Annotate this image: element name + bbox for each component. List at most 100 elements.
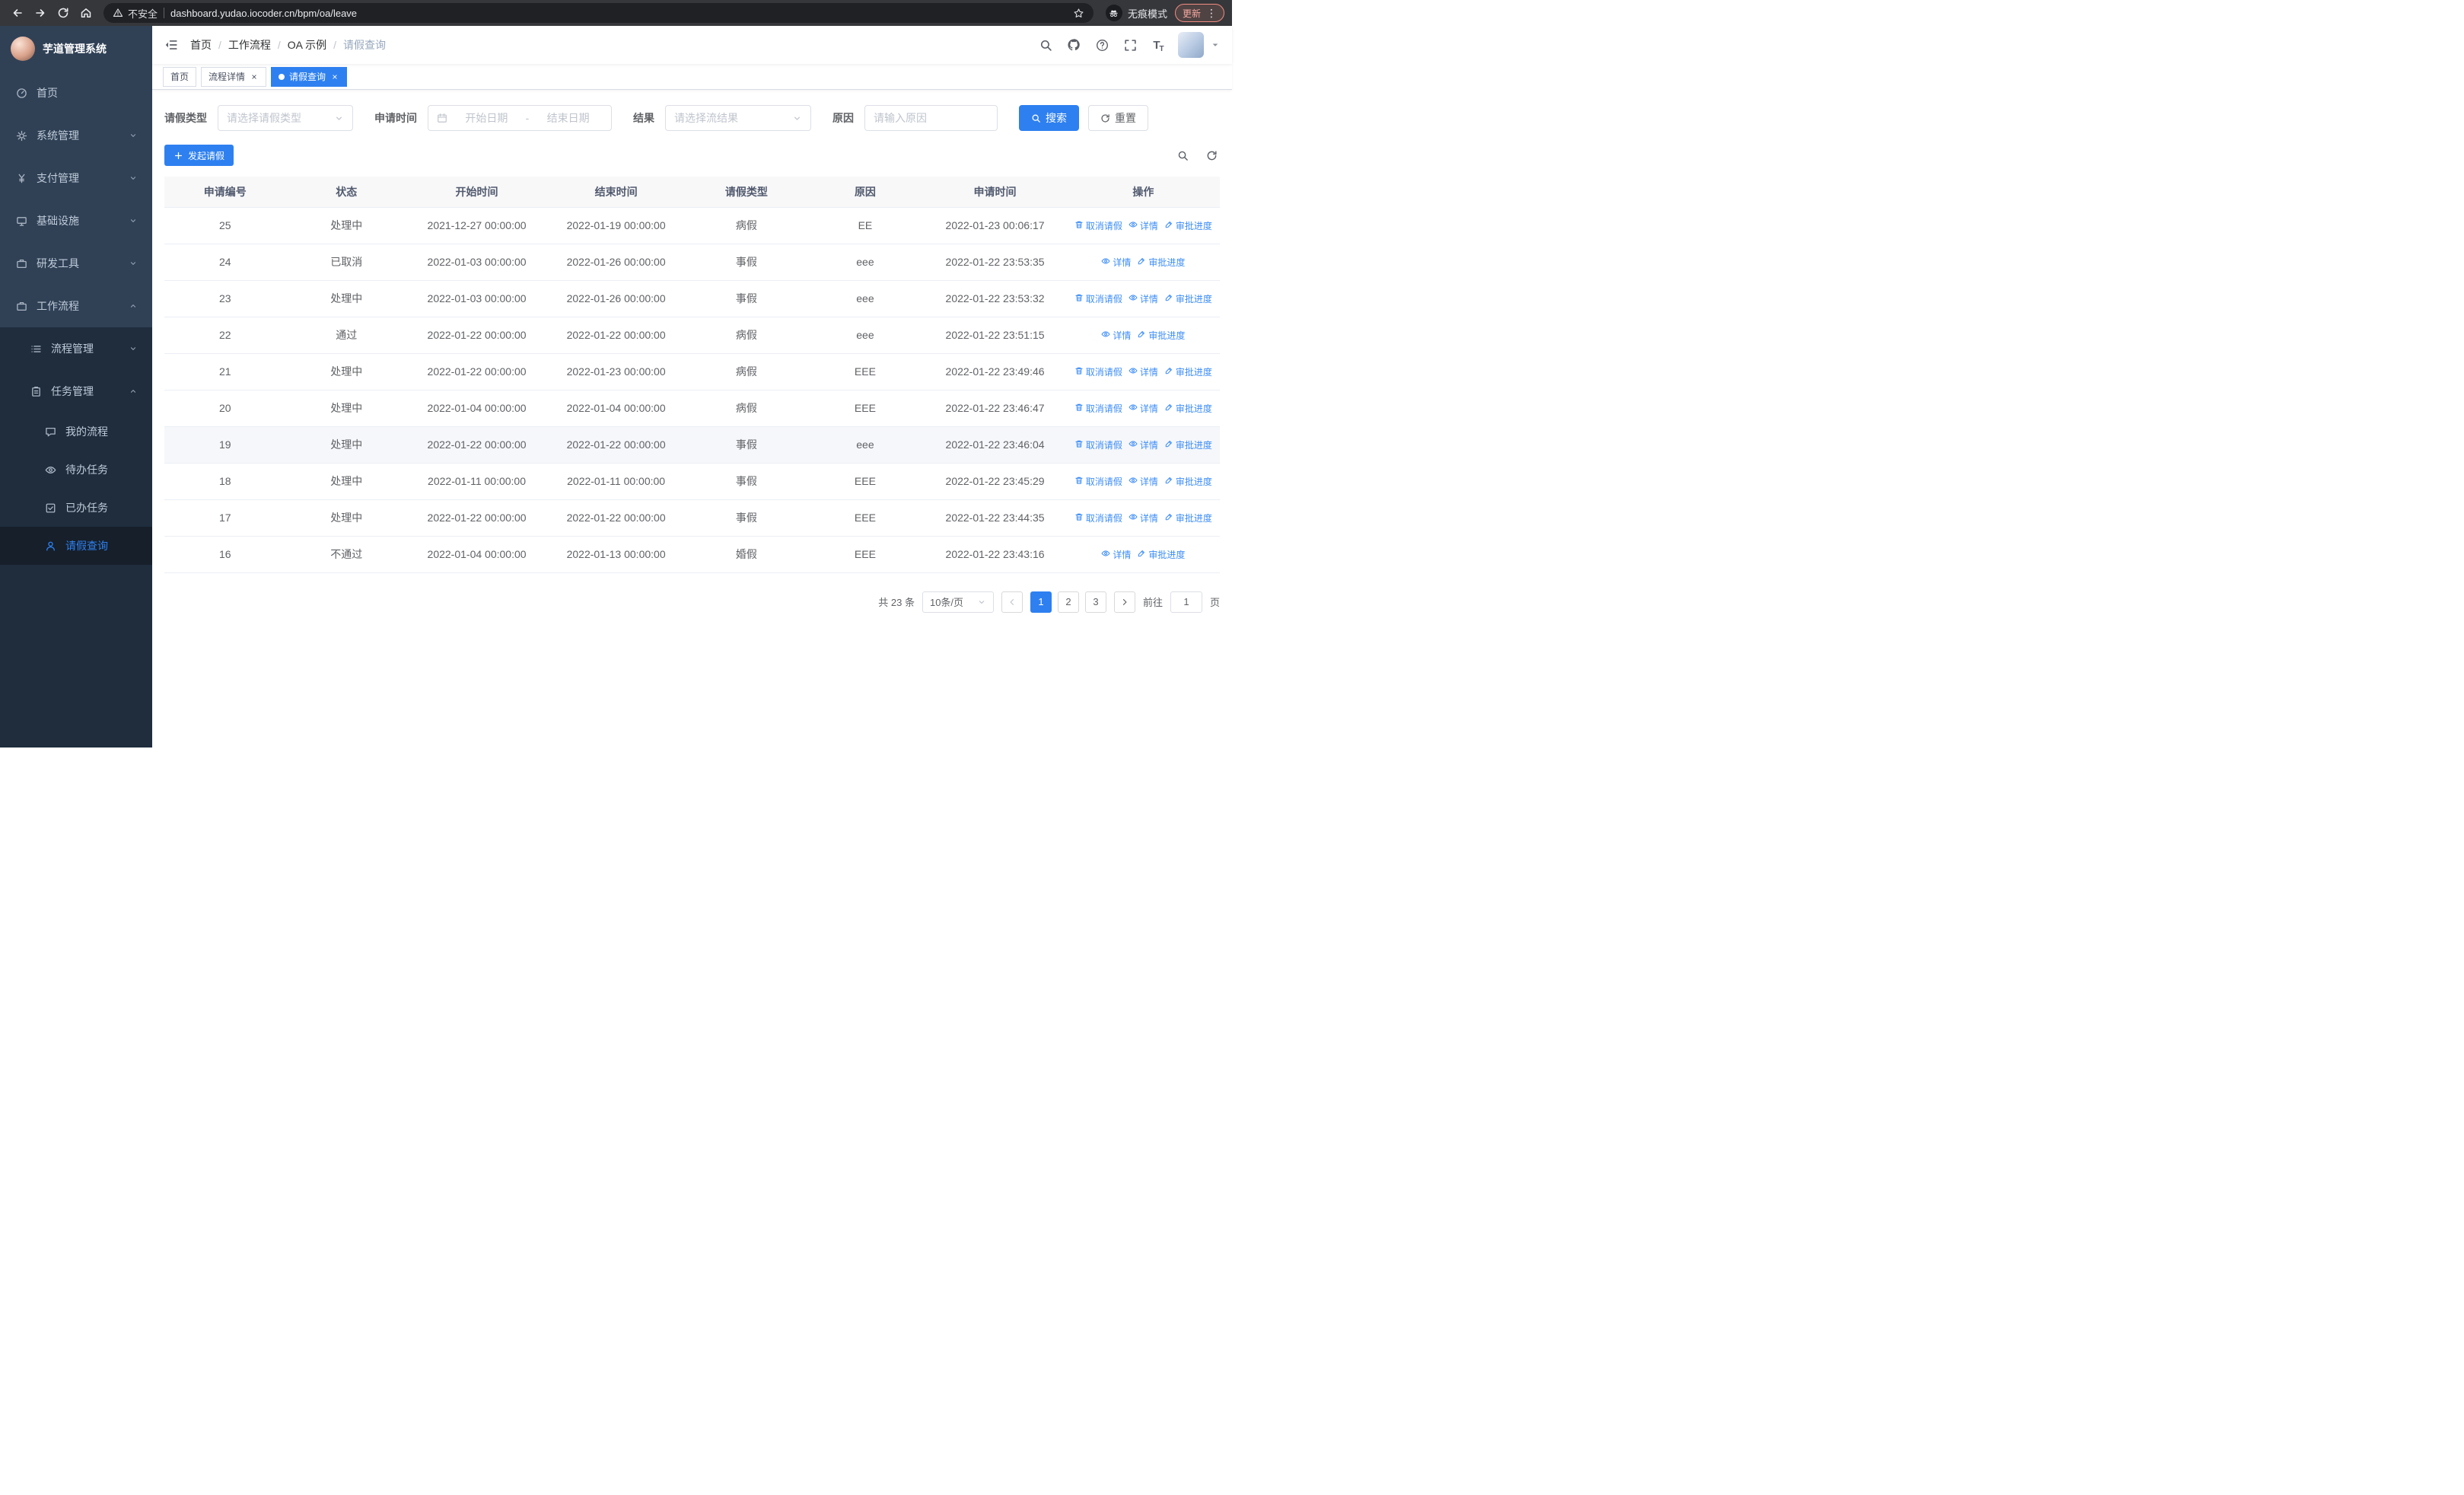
close-icon[interactable] bbox=[250, 72, 259, 81]
date-end-placeholder[interactable]: 结束日期 bbox=[533, 110, 603, 126]
browser-reload-icon[interactable] bbox=[53, 3, 73, 23]
sidebar-item-infrastructure[interactable]: 基础设施 bbox=[0, 199, 152, 242]
breadcrumb-item[interactable]: 工作流程 bbox=[228, 37, 271, 53]
page-size-select[interactable]: 10条/页 bbox=[922, 591, 994, 613]
create-leave-button[interactable]: 发起请假 bbox=[164, 145, 234, 166]
action-detail[interactable]: 详情 bbox=[1101, 548, 1131, 561]
browser-forward-icon[interactable] bbox=[30, 3, 50, 23]
action-cancel-leave[interactable]: 取消请假 bbox=[1074, 365, 1122, 378]
action-approval-progress[interactable]: 审批进度 bbox=[1164, 402, 1212, 415]
sidebar-item-home[interactable]: 首页 bbox=[0, 72, 152, 114]
kebab-menu-icon[interactable]: ⋮ bbox=[1206, 7, 1217, 20]
tab-process-detail[interactable]: 流程详情 bbox=[201, 66, 267, 87]
action-approval-progress[interactable]: 审批进度 bbox=[1164, 365, 1212, 378]
browser-update-chip[interactable]: 更新 ⋮ bbox=[1174, 4, 1224, 22]
action-approval-progress[interactable]: 审批进度 bbox=[1164, 512, 1212, 524]
action-approval-progress[interactable]: 审批进度 bbox=[1137, 548, 1185, 561]
sidebar-item-done-tasks[interactable]: 已办任务 bbox=[0, 489, 152, 527]
action-detail[interactable]: 详情 bbox=[1129, 365, 1158, 378]
cell-id: 21 bbox=[164, 353, 286, 390]
breadcrumb-item[interactable]: OA 示例 bbox=[288, 37, 326, 53]
fullscreen-icon[interactable] bbox=[1122, 37, 1138, 53]
trash-icon bbox=[1074, 220, 1084, 231]
avatar[interactable] bbox=[1178, 32, 1204, 58]
bookmark-star-icon[interactable] bbox=[1073, 8, 1084, 19]
leave-table: 申请编号 状态 开始时间 结束时间 请假类型 原因 申请时间 操作 25 处理中 2021-12-… bbox=[164, 177, 1220, 573]
search-icon[interactable] bbox=[1037, 37, 1054, 53]
action-approval-progress[interactable]: 审批进度 bbox=[1164, 292, 1212, 305]
action-approval-progress[interactable]: 审批进度 bbox=[1164, 475, 1212, 488]
browser-back-icon[interactable] bbox=[8, 3, 27, 23]
tab-leave-query[interactable]: 请假查询 bbox=[271, 66, 348, 87]
action-detail[interactable]: 详情 bbox=[1129, 438, 1158, 451]
edit-icon bbox=[1137, 330, 1146, 341]
sidebar-fold-icon[interactable] bbox=[164, 38, 178, 52]
font-size-icon[interactable]: TT bbox=[1150, 37, 1167, 54]
action-approval-progress[interactable]: 审批进度 bbox=[1164, 219, 1212, 232]
page-content: 请假类型 请选择请假类型 申请时间 开始日期 - 结束日期 结果 请选择流结果 … bbox=[152, 90, 1232, 748]
leave-type-select[interactable]: 请选择请假类型 bbox=[218, 105, 353, 131]
page-button-1[interactable]: 1 bbox=[1030, 591, 1052, 613]
next-page-button[interactable] bbox=[1113, 591, 1135, 613]
edit-icon bbox=[1164, 476, 1173, 487]
date-range-picker[interactable]: 开始日期 - 结束日期 bbox=[428, 105, 612, 131]
action-approval-progress[interactable]: 审批进度 bbox=[1164, 438, 1212, 451]
trash-icon bbox=[1074, 403, 1084, 414]
action-label: 详情 bbox=[1139, 293, 1158, 304]
action-approval-progress[interactable]: 审批进度 bbox=[1137, 329, 1185, 342]
sidebar-item-label: 已办任务 bbox=[65, 502, 108, 514]
prev-page-button[interactable] bbox=[1001, 591, 1023, 613]
action-cancel-leave[interactable]: 取消请假 bbox=[1074, 219, 1122, 232]
sidebar-item-my-process[interactable]: 我的流程 bbox=[0, 413, 152, 451]
sidebar-item-process-management[interactable]: 流程管理 bbox=[0, 327, 152, 370]
action-detail[interactable]: 详情 bbox=[1129, 292, 1158, 305]
action-cancel-leave[interactable]: 取消请假 bbox=[1074, 512, 1122, 524]
help-icon[interactable] bbox=[1094, 37, 1110, 53]
close-icon[interactable] bbox=[330, 72, 339, 81]
security-status[interactable]: 不安全 bbox=[113, 6, 158, 21]
sidebar-item-leave-query[interactable]: 请假查询 bbox=[0, 527, 152, 565]
action-detail[interactable]: 详情 bbox=[1129, 475, 1158, 488]
sidebar-item-payment-management[interactable]: 支付管理 bbox=[0, 157, 152, 199]
table-header-row: 申请编号 状态 开始时间 结束时间 请假类型 原因 申请时间 操作 bbox=[164, 177, 1220, 208]
date-start-placeholder[interactable]: 开始日期 bbox=[452, 110, 521, 126]
browser-home-icon[interactable] bbox=[76, 3, 96, 23]
github-icon[interactable] bbox=[1065, 37, 1082, 53]
reason-input[interactable] bbox=[864, 105, 998, 131]
action-detail[interactable]: 详情 bbox=[1129, 512, 1158, 524]
action-label: 详情 bbox=[1139, 476, 1158, 487]
tab-home[interactable]: 首页 bbox=[163, 66, 197, 87]
action-detail[interactable]: 详情 bbox=[1101, 256, 1131, 269]
chevron-down-icon[interactable] bbox=[1211, 40, 1220, 49]
cell-start: 2022-01-11 00:00:00 bbox=[407, 463, 547, 500]
apply-time-label: 申请时间 bbox=[374, 112, 417, 124]
cell-reason: EE bbox=[807, 207, 924, 244]
action-detail[interactable]: 详情 bbox=[1101, 329, 1131, 342]
result-select[interactable]: 请选择流结果 bbox=[665, 105, 811, 131]
url-text[interactable]: dashboard.yudao.iocoder.cn/bpm/oa/leave bbox=[170, 8, 1067, 19]
action-approval-progress[interactable]: 审批进度 bbox=[1137, 256, 1185, 269]
address-bar[interactable]: 不安全 dashboard.yudao.iocoder.cn/bpm/oa/le… bbox=[103, 3, 1094, 23]
action-detail[interactable]: 详情 bbox=[1129, 402, 1158, 415]
page-button-2[interactable]: 2 bbox=[1057, 591, 1079, 613]
sidebar-item-dev-tools[interactable]: 研发工具 bbox=[0, 242, 152, 285]
sidebar-item-todo-tasks[interactable]: 待办任务 bbox=[0, 451, 152, 489]
action-cancel-leave[interactable]: 取消请假 bbox=[1074, 438, 1122, 451]
cell-start: 2022-01-03 00:00:00 bbox=[407, 280, 547, 317]
toggle-search-icon[interactable] bbox=[1174, 147, 1191, 164]
sidebar-item-system-management[interactable]: 系统管理 bbox=[0, 114, 152, 157]
refresh-icon[interactable] bbox=[1203, 147, 1220, 164]
action-detail[interactable]: 详情 bbox=[1129, 219, 1158, 232]
app-logo-row[interactable]: 芋道管理系统 bbox=[0, 26, 152, 72]
cell-actions: 详情 审批进度 bbox=[1066, 536, 1220, 573]
sidebar-item-workflow[interactable]: 工作流程 bbox=[0, 285, 152, 327]
sidebar-item-task-management[interactable]: 任务管理 bbox=[0, 370, 152, 413]
goto-page-input[interactable] bbox=[1170, 591, 1202, 613]
action-cancel-leave[interactable]: 取消请假 bbox=[1074, 402, 1122, 415]
reset-button[interactable]: 重置 bbox=[1088, 105, 1148, 131]
search-button[interactable]: 搜索 bbox=[1019, 105, 1079, 131]
action-cancel-leave[interactable]: 取消请假 bbox=[1074, 475, 1122, 488]
action-cancel-leave[interactable]: 取消请假 bbox=[1074, 292, 1122, 305]
breadcrumb-item[interactable]: 首页 bbox=[190, 37, 212, 53]
page-button-3[interactable]: 3 bbox=[1084, 591, 1106, 613]
